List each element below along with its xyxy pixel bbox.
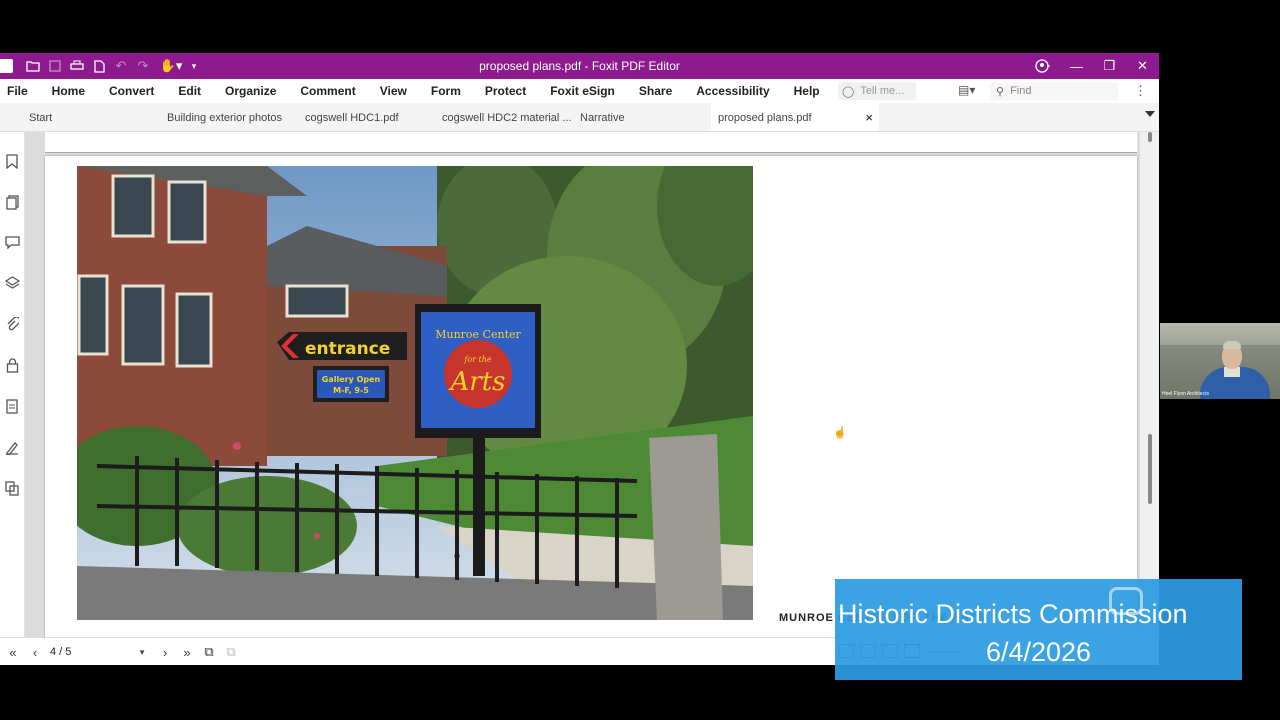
tell-me-placeholder: Tell me... <box>860 85 905 97</box>
document-view[interactable]: entrance Gallery Open M-F, 9-5 Munroe Ce… <box>25 132 1140 637</box>
close-button[interactable]: ✕ <box>1126 53 1159 79</box>
menu-edit[interactable]: Edit <box>166 79 213 103</box>
view-mode-icon[interactable]: ▤▾ <box>958 83 975 97</box>
scrollbar-thumb[interactable] <box>1148 434 1152 504</box>
menu-convert[interactable]: Convert <box>97 79 166 103</box>
menu-comment[interactable]: Comment <box>288 79 367 103</box>
sign-gallery-line1: Gallery Open <box>322 375 381 384</box>
sign-munroe-text: Munroe Center <box>435 328 521 341</box>
previous-page-edge <box>45 132 1137 153</box>
site-photo: entrance Gallery Open M-F, 9-5 Munroe Ce… <box>77 166 753 620</box>
tab-label: proposed plans.pdf <box>718 112 812 124</box>
broadcast-overlay: Historic Districts Commission 6/4/2026 <box>835 579 1242 680</box>
two-page-icon[interactable]: ⧉ <box>220 638 242 665</box>
foxit-pdf-editor-window: ↶ ↷ ✋▾ ▾ proposed plans.pdf - Foxit PDF … <box>0 53 1159 665</box>
menu-accessibility[interactable]: Accessibility <box>684 79 781 103</box>
sign-gallery-line2: M-F, 9-5 <box>333 386 369 395</box>
menu-home[interactable]: Home <box>40 79 97 103</box>
menu-foxit-esign[interactable]: Foxit eSign <box>538 79 627 103</box>
chevron-down-icon: ▼ <box>138 647 146 657</box>
menu-form[interactable]: Form <box>419 79 473 103</box>
sign-for-the-text: for the <box>463 355 492 364</box>
menu-help[interactable]: Help <box>782 79 832 103</box>
tab-cogswell-hdc1[interactable]: cogswell HDC1.pdf <box>305 103 435 131</box>
bookmark-icon[interactable] <box>4 154 20 170</box>
tab-proposed-plans[interactable]: proposed plans.pdf × <box>711 103 879 131</box>
find-placeholder: Find <box>1010 85 1032 97</box>
menu-file[interactable]: File <box>0 79 40 103</box>
tab-narrative[interactable]: Narrative <box>580 103 710 131</box>
layers-icon[interactable] <box>4 276 20 292</box>
scroll-up-marker[interactable] <box>1148 132 1152 142</box>
previous-page-icon[interactable]: ‹ <box>24 638 46 665</box>
vertical-scrollbar[interactable] <box>1140 132 1159 637</box>
attachment-icon[interactable] <box>4 316 21 333</box>
tab-building-exterior-photos[interactable]: Building exterior photos <box>167 103 297 131</box>
account-icon[interactable] <box>1026 53 1060 79</box>
navigation-panel <box>0 132 25 637</box>
security-icon[interactable] <box>4 358 20 374</box>
tab-cogswell-hdc2[interactable]: cogswell HDC2 material ... <box>442 103 572 131</box>
lightbulb-icon: ◯ <box>842 85 855 98</box>
pdf-page: entrance Gallery Open M-F, 9-5 Munroe Ce… <box>45 156 1137 637</box>
signature-icon[interactable] <box>4 440 20 456</box>
hand-cursor-icon: ☝ <box>833 427 847 439</box>
tell-me-search[interactable]: ◯ Tell me... <box>838 82 916 100</box>
sign-entrance-text: entrance <box>305 339 390 359</box>
search-icon: ⚲ <box>996 85 1005 98</box>
tab-label: cogswell HDC2 material ... <box>442 112 572 124</box>
menu-view[interactable]: View <box>368 79 419 103</box>
tab-list-icon[interactable] <box>1145 111 1155 117</box>
tab-label: Start <box>29 112 53 124</box>
tab-label: Narrative <box>580 112 625 124</box>
document-tab-bar: Start Building exterior photos cogswell … <box>0 103 1159 132</box>
compare-icon[interactable] <box>4 481 20 497</box>
title-bar: ↶ ↷ ✋▾ ▾ proposed plans.pdf - Foxit PDF … <box>0 53 1159 79</box>
last-page-icon[interactable]: » <box>176 638 198 665</box>
tab-label: Building exterior photos <box>167 112 282 124</box>
menu-organize[interactable]: Organize <box>213 79 288 103</box>
tab-label: cogswell HDC1.pdf <box>305 112 399 124</box>
minimize-button[interactable]: — <box>1060 53 1093 79</box>
sign-arts-text: Arts <box>449 367 506 397</box>
more-options-icon[interactable]: ⋮ <box>1134 83 1147 99</box>
page-number-input[interactable]: 4 / 5 ▼ <box>46 643 150 661</box>
form-icon[interactable] <box>4 399 20 415</box>
continuous-page-icon[interactable]: ⧉ <box>198 638 220 665</box>
first-page-icon[interactable]: « <box>2 638 24 665</box>
find-input[interactable]: ⚲ Find <box>990 82 1118 100</box>
tab-start[interactable]: Start <box>29 103 159 131</box>
ribbon-menu-bar: File Home Convert Edit Organize Comment … <box>0 79 1159 103</box>
webcam-label: Hoel Flynn Architects <box>1162 391 1209 397</box>
page-indicator: 4 / 5 <box>50 646 72 658</box>
menu-share[interactable]: Share <box>627 79 684 103</box>
overlay-title: Historic Districts Commission <box>838 599 1188 629</box>
window-controls: — ❐ ✕ <box>1026 53 1159 79</box>
window-title: proposed plans.pdf - Foxit PDF Editor <box>479 59 680 73</box>
comment-icon[interactable] <box>4 235 20 251</box>
restore-button[interactable]: ❐ <box>1093 53 1126 79</box>
pages-icon[interactable] <box>4 195 20 211</box>
overlay-date: 6/4/2026 <box>985 637 1092 667</box>
menu-protect[interactable]: Protect <box>473 79 538 103</box>
close-tab-icon[interactable]: × <box>865 103 873 133</box>
webcam-thumbnail: Hoel Flynn Architects <box>1160 323 1280 399</box>
next-page-icon[interactable]: › <box>154 638 176 665</box>
